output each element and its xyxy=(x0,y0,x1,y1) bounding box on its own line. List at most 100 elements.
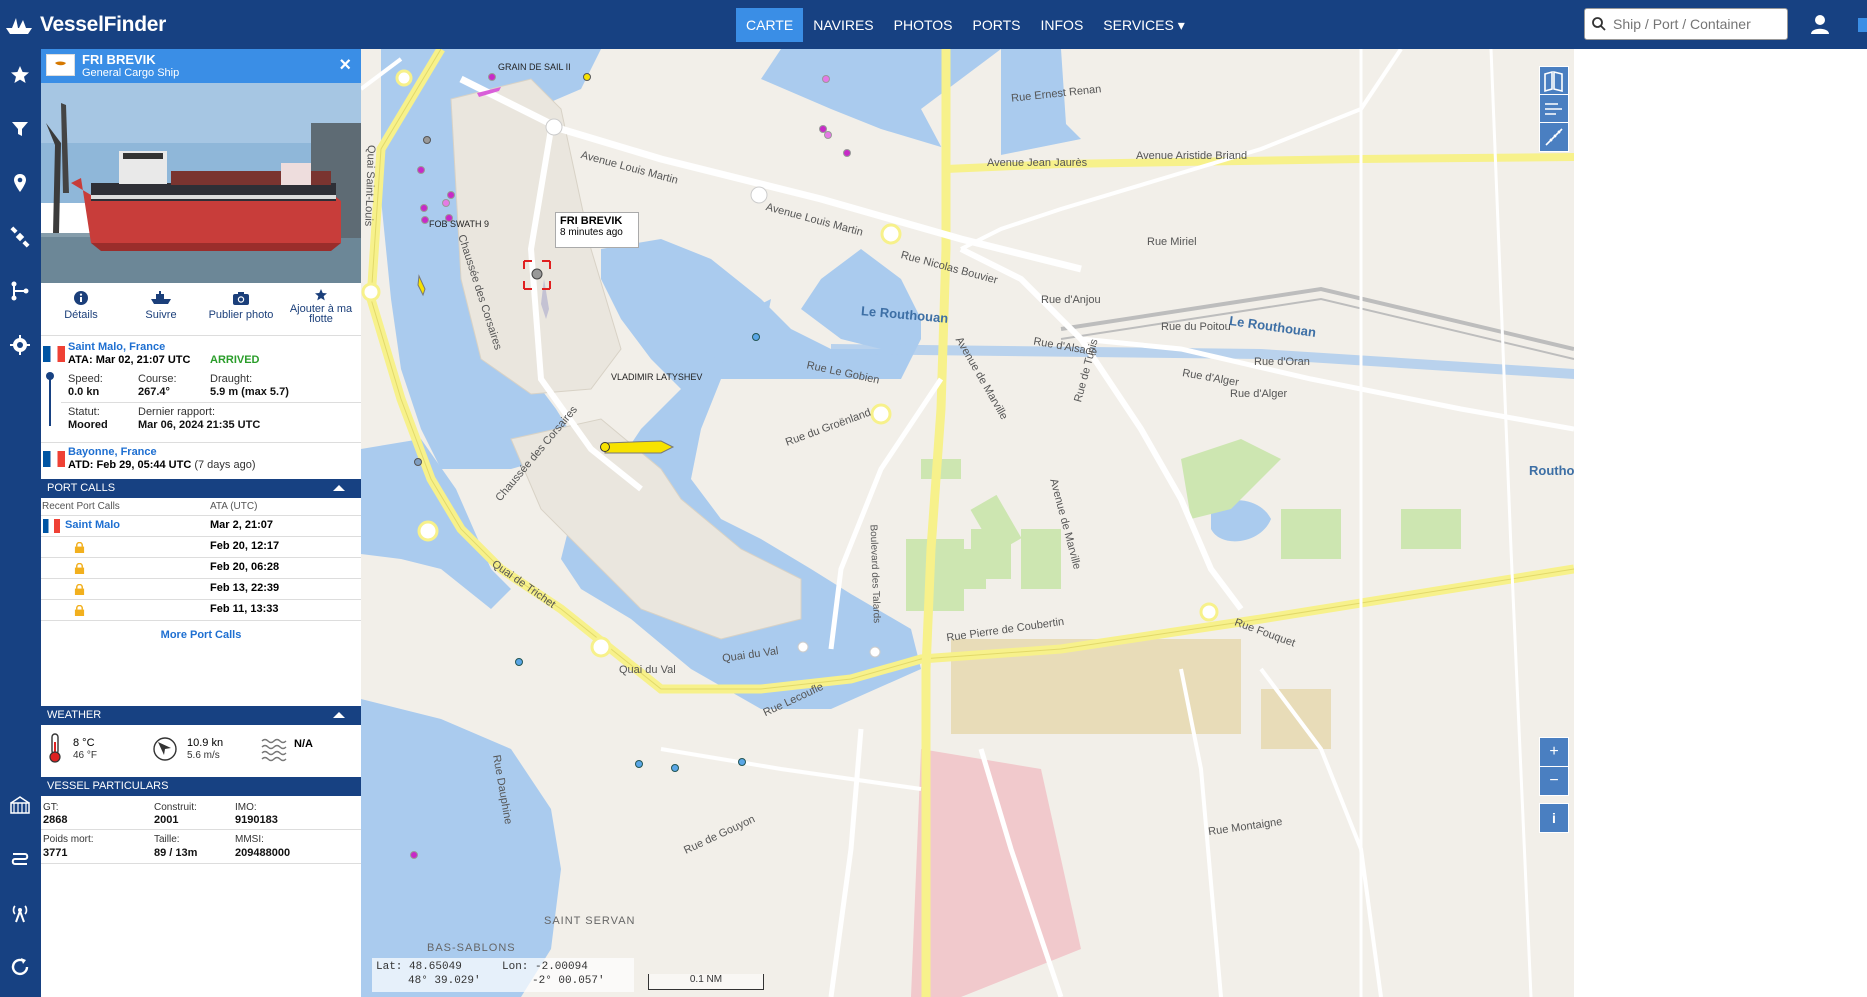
gt-value: 2868 xyxy=(43,814,68,826)
map-layers-button[interactable] xyxy=(1539,66,1569,96)
nav-services[interactable]: SERVICES ▾ xyxy=(1093,8,1194,42)
gear-icon[interactable] xyxy=(8,333,32,357)
departure-time: ATD: Feb 29, 05:44 UTC (7 days ago) xyxy=(68,459,256,471)
details-label: Détails xyxy=(64,309,98,321)
weather-header[interactable]: WEATHER xyxy=(41,706,361,725)
speed-value: 0.0 kn xyxy=(68,386,100,398)
add-fleet-button[interactable]: Ajouter à ma flotte xyxy=(281,285,361,335)
logo[interactable]: VesselFinder xyxy=(4,12,166,38)
port-call-date: Feb 13, 22:39 xyxy=(210,582,280,594)
map-canvas[interactable]: FRI BREVIK 8 minutes ago GRAIN DE SAIL I… xyxy=(361,49,1574,997)
built-label: Construit: xyxy=(154,802,197,813)
route-icon[interactable] xyxy=(8,279,32,303)
nav-carte[interactable]: CARTE xyxy=(736,8,804,42)
ship-label-grain[interactable]: GRAIN DE SAIL II xyxy=(498,62,571,72)
flag-france-icon xyxy=(43,346,65,362)
port-icon[interactable] xyxy=(8,793,32,817)
statut-label: Statut: xyxy=(68,406,100,418)
refresh-icon[interactable] xyxy=(8,955,32,979)
thermometer-icon xyxy=(49,733,61,763)
voyage-line xyxy=(49,376,51,426)
status-badge: ARRIVED xyxy=(210,354,260,366)
port-call-date: Feb 20, 06:28 xyxy=(210,561,280,573)
star-icon xyxy=(315,289,327,301)
departure-atd: ATD: Feb 29, 05:44 UTC xyxy=(68,459,192,471)
right-blank-area xyxy=(1574,49,1867,997)
place-label: BAS-SABLONS xyxy=(427,942,516,954)
top-navbar: VesselFinder CARTE NAVIRES PHOTOS PORTS … xyxy=(0,0,1867,49)
lat-value: Lat: 48.65049 xyxy=(376,961,462,973)
selected-ship-tooltip[interactable]: FRI BREVIK 8 minutes ago xyxy=(555,212,639,248)
search-input[interactable] xyxy=(1611,15,1785,33)
nav-navires[interactable]: NAVIRES xyxy=(803,8,883,42)
star-icon[interactable] xyxy=(8,63,32,87)
street-label: Avenue Aristide Briand xyxy=(1136,150,1248,162)
ship-label-fob[interactable]: FOB SWATH 9 xyxy=(429,219,489,229)
nav-infos[interactable]: INFOS xyxy=(1031,8,1094,42)
details-button[interactable]: Détails xyxy=(41,285,121,335)
edge-indicator xyxy=(1858,18,1867,32)
nav-ports[interactable]: PORTS xyxy=(963,8,1031,42)
zoom-in-button[interactable]: + xyxy=(1539,737,1569,767)
temperature-c: 8 °C xyxy=(73,737,95,749)
street-label: Rue du Poitou xyxy=(1161,321,1231,333)
statut-value: Moored xyxy=(68,419,108,431)
more-port-calls-link[interactable]: More Port Calls xyxy=(41,621,361,641)
port-call-link[interactable]: Saint Malo xyxy=(65,519,120,531)
lock-icon xyxy=(74,605,85,616)
table-row: Feb 20, 06:28 xyxy=(41,558,361,579)
street-label: Rue Miriel xyxy=(1147,236,1197,248)
divider xyxy=(61,402,361,403)
port-calls-title: PORT CALLS xyxy=(47,482,116,494)
antenna-icon[interactable] xyxy=(8,901,32,925)
particulars-header: VESSEL PARTICULARS xyxy=(41,777,361,796)
dwt-label: Poids mort: xyxy=(43,834,94,845)
size-value: 89 / 13m xyxy=(154,847,198,859)
port-call-date: Feb 11, 13:33 xyxy=(210,603,279,615)
port-calls-header-row: Recent Port Calls ATA (UTC) xyxy=(41,499,361,516)
lines-icon[interactable] xyxy=(8,847,32,871)
gt-label: GT: xyxy=(43,802,59,813)
street-label: Rue d'Oran xyxy=(1254,356,1310,368)
close-button[interactable]: × xyxy=(339,54,351,76)
wind-compass-icon xyxy=(153,737,177,761)
ruler-icon xyxy=(1545,128,1563,146)
nav-photos[interactable]: PHOTOS xyxy=(884,8,963,42)
departure-ago: (7 days ago) xyxy=(194,459,256,471)
lock-icon xyxy=(74,542,85,553)
wind-icon xyxy=(1545,103,1562,115)
ship-logo-icon xyxy=(6,18,32,34)
voyage-dot xyxy=(46,372,54,380)
ship-name: FRI BREVIK xyxy=(82,52,156,67)
flag-cyprus-icon xyxy=(46,54,75,76)
follow-button[interactable]: Suivre xyxy=(121,285,201,335)
voyage-info: Saint Malo, France ATA: Mar 02, 21:07 UT… xyxy=(41,335,361,448)
ship-type: General Cargo Ship xyxy=(82,67,180,79)
wind-speed-kn: 10.9 kn xyxy=(187,737,224,749)
ship-photo xyxy=(41,83,361,283)
info-icon xyxy=(74,291,88,305)
lon-value: Lon: -2.00094 xyxy=(502,961,588,973)
map-info-button[interactable]: i xyxy=(1539,803,1569,833)
left-toolbar xyxy=(0,49,41,997)
measure-button[interactable] xyxy=(1539,122,1569,152)
rapport-value: Mar 06, 2024 21:35 UTC xyxy=(138,419,261,431)
arrival-time: ATA: Mar 02, 21:07 UTC xyxy=(68,354,191,366)
ship-label-vladimir[interactable]: VLADIMIR LATYSHEV xyxy=(611,372,702,382)
pin-icon[interactable] xyxy=(8,171,32,195)
mmsi-label: MMSI: xyxy=(235,834,264,845)
destination-port-link[interactable]: Saint Malo, France xyxy=(68,341,165,353)
port-call-date: Feb 20, 12:17 xyxy=(210,540,280,552)
upload-photo-button[interactable]: Publier photo xyxy=(201,285,281,335)
search-icon xyxy=(1592,17,1606,31)
draught-value: 5.9 m (max 5.7) xyxy=(210,386,289,398)
table-row: Feb 13, 22:39 xyxy=(41,579,361,600)
filter-icon[interactable] xyxy=(8,117,32,141)
user-icon[interactable] xyxy=(1808,12,1832,36)
zoom-out-button[interactable]: − xyxy=(1539,766,1569,796)
weather-layer-button[interactable] xyxy=(1539,94,1569,124)
port-calls-header[interactable]: PORT CALLS xyxy=(41,479,361,498)
built-value: 2001 xyxy=(154,814,179,826)
origin-port-link[interactable]: Bayonne, France xyxy=(68,446,157,458)
satellite-icon[interactable] xyxy=(8,225,32,249)
